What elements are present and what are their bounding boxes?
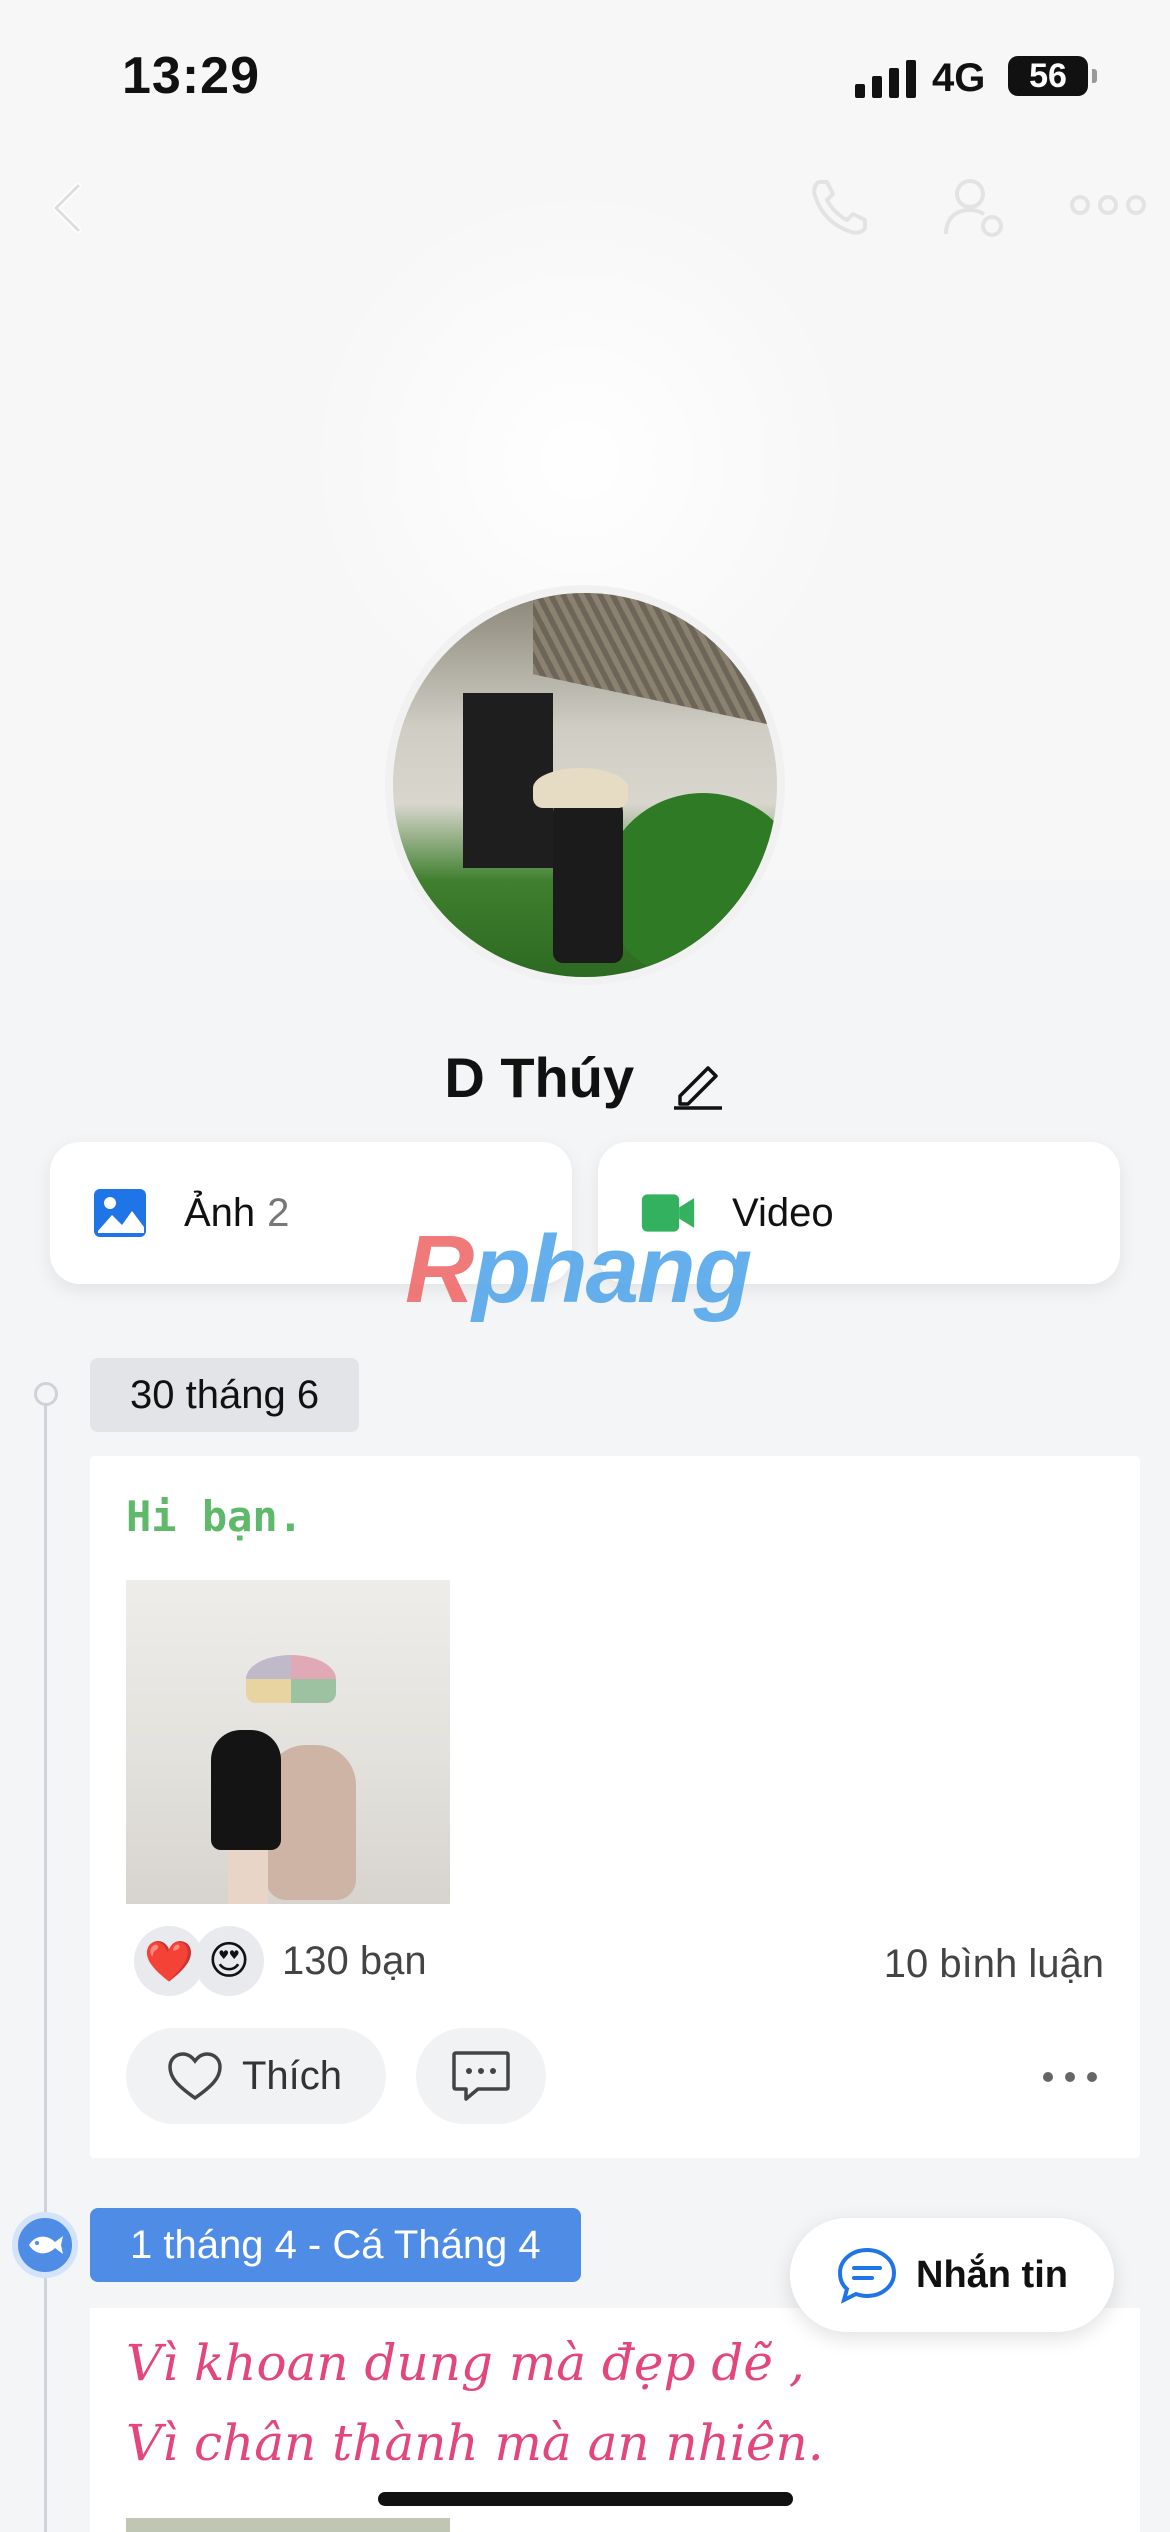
avatar-photo bbox=[393, 593, 777, 977]
signal-icon bbox=[855, 58, 916, 98]
timeline-node bbox=[34, 1382, 58, 1406]
comment-button[interactable] bbox=[416, 2028, 546, 2124]
message-button[interactable]: Nhắn tin bbox=[790, 2218, 1114, 2332]
user-gear-icon[interactable] bbox=[940, 172, 1012, 244]
post2-text-line1: Vì khoan dung mà đẹp dẽ , bbox=[126, 2334, 805, 2392]
reaction-count: 130 bạn bbox=[282, 1938, 427, 1983]
phone-icon[interactable] bbox=[805, 172, 875, 242]
watermark-part2: phang bbox=[472, 1216, 752, 1323]
photos-label: Ảnh bbox=[184, 1190, 256, 1235]
post-text: Hi bạn. bbox=[126, 1492, 304, 1541]
home-indicator[interactable] bbox=[378, 2492, 793, 2506]
network-type: 4G bbox=[932, 56, 986, 100]
battery-level: 56 bbox=[1029, 56, 1067, 95]
like-label: Thích bbox=[242, 2053, 343, 2098]
watermark-logo: Rphang bbox=[405, 1215, 752, 1325]
post-date-badge-2: 1 tháng 4 - Cá Tháng 4 bbox=[90, 2208, 581, 2282]
chat-bubble-icon bbox=[837, 2247, 897, 2304]
post2-text-line2: Vì chân thành mà an nhiên. bbox=[126, 2414, 824, 2472]
post-more-icon[interactable] bbox=[1040, 2062, 1100, 2092]
reaction-summary[interactable]: ❤️ 😍 130 bạn bbox=[134, 1926, 427, 1996]
heart-outline-icon bbox=[168, 2052, 222, 2101]
status-time: 13:29 bbox=[122, 47, 260, 105]
timeline-post: Hi bạn. ❤️ 😍 130 bạn 10 bình luận Thích bbox=[90, 1456, 1140, 2158]
chevron-left-icon[interactable] bbox=[40, 178, 100, 238]
comment-icon bbox=[452, 2051, 510, 2101]
status-bar: 13:29 4G 56 bbox=[0, 0, 1170, 150]
pencil-icon[interactable] bbox=[670, 1054, 726, 1110]
watermark-part1: R bbox=[405, 1216, 474, 1323]
april-fools-badge-icon bbox=[12, 2212, 78, 2278]
profile-name: D Thúy bbox=[444, 1046, 635, 1109]
profile-name-row: D Thúy bbox=[0, 1045, 1170, 1110]
post-photo[interactable] bbox=[126, 1580, 450, 1904]
like-button[interactable]: Thích bbox=[126, 2028, 386, 2124]
more-horizontal-icon[interactable] bbox=[1068, 185, 1148, 225]
photos-count: 2 bbox=[267, 1190, 290, 1235]
comment-count[interactable]: 10 bình luận bbox=[884, 1942, 1104, 1987]
image-icon bbox=[94, 1189, 146, 1237]
post-date-badge: 30 tháng 6 bbox=[90, 1358, 360, 1432]
heart-eyes-reaction-icon: 😍 bbox=[194, 1926, 264, 1996]
post2-photo[interactable] bbox=[126, 2518, 450, 2532]
battery-icon: 56 bbox=[1008, 56, 1097, 96]
profile-avatar[interactable] bbox=[385, 585, 785, 985]
timeline-line bbox=[44, 1390, 47, 2532]
message-button-label: Nhắn tin bbox=[916, 2253, 1068, 2296]
